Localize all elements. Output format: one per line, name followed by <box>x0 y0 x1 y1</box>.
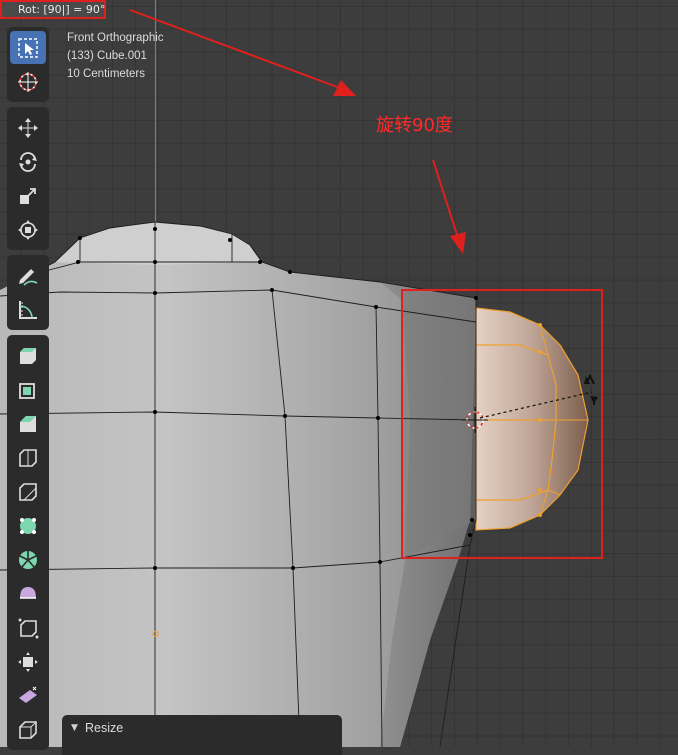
rotate-button[interactable] <box>10 145 46 178</box>
smooth-button[interactable] <box>10 577 46 610</box>
transform-icon <box>18 219 38 240</box>
add-cube-icon <box>20 347 36 364</box>
operator-status: Rot: [90|] = 90° <box>0 0 106 19</box>
extrude-region-button[interactable] <box>10 373 46 406</box>
shrink-fatten-button[interactable] <box>10 645 46 678</box>
collapse-caret-icon[interactable]: ▼ <box>71 723 78 733</box>
transform-button[interactable] <box>10 213 46 246</box>
object-info: (133) Cube.001 <box>67 50 147 62</box>
shear-button[interactable] <box>10 679 46 712</box>
poly-build-icon <box>20 517 36 534</box>
spin-icon <box>19 550 37 569</box>
annotation-label: 旋转90度 <box>376 115 453 136</box>
spin-button[interactable] <box>10 543 46 576</box>
add-cube-button[interactable] <box>10 339 46 372</box>
measure-button[interactable] <box>10 293 46 326</box>
select-box-button[interactable] <box>10 31 46 64</box>
move-icon <box>18 117 38 138</box>
cursor-button[interactable] <box>10 65 46 98</box>
move-button[interactable] <box>10 111 46 144</box>
rotate-icon <box>19 151 37 172</box>
inset-faces-icon <box>20 415 36 432</box>
tool-shelf <box>7 27 49 755</box>
annotation-highlight-box <box>401 289 603 559</box>
scale-button[interactable] <box>10 179 46 212</box>
redo-last-panel[interactable]: ▼ Resize <box>62 715 342 755</box>
measure-icon <box>19 300 37 319</box>
shear-icon <box>19 686 37 703</box>
scale-icon <box>20 187 36 204</box>
extrude-region-icon <box>19 382 35 399</box>
scale-info: 10 Centimeters <box>67 68 145 80</box>
annotate-button[interactable] <box>10 259 46 292</box>
loop-cut-button[interactable] <box>10 475 46 508</box>
inset-faces-button[interactable] <box>10 407 46 440</box>
bevel-icon <box>19 448 37 467</box>
loop-cut-icon <box>19 482 37 501</box>
viewport-info: Front Orthographic (133) Cube.001 10 Cen… <box>67 29 164 83</box>
annotate-icon <box>19 268 38 286</box>
edge-slide-icon <box>18 618 39 638</box>
bevel-button[interactable] <box>10 441 46 474</box>
smooth-icon <box>20 586 36 599</box>
poly-build-button[interactable] <box>10 509 46 542</box>
cursor-icon <box>18 71 38 92</box>
select-box-icon <box>18 37 38 58</box>
view-name: Front Orthographic <box>67 32 164 44</box>
edge-slide-button[interactable] <box>10 611 46 644</box>
rip-region-button[interactable] <box>10 713 46 746</box>
shrink-fatten-icon <box>18 651 38 672</box>
rip-region-icon <box>19 720 37 739</box>
redo-panel-title: Resize <box>85 721 124 735</box>
